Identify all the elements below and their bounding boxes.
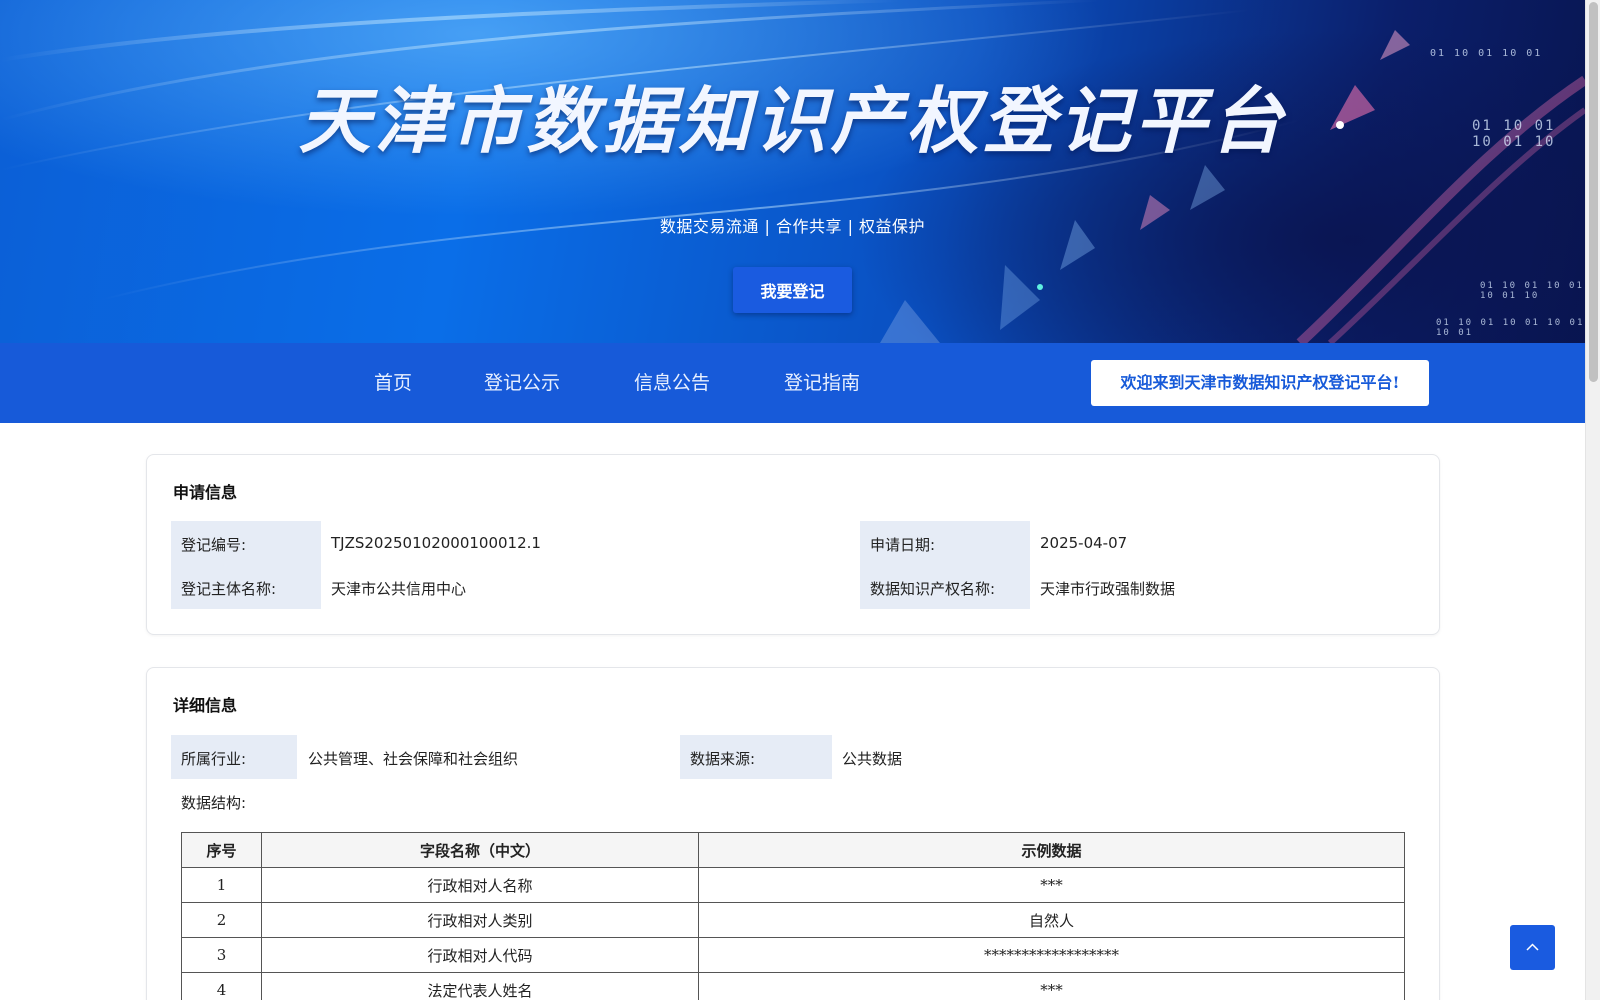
binary-decoration: 01 10 01 10 01 xyxy=(1430,48,1543,59)
register-button[interactable]: 我要登记 xyxy=(733,267,852,313)
subject-value: 天津市公共信用中心 xyxy=(331,580,467,598)
table-cell: 法定代表人姓名 xyxy=(261,972,699,1000)
ip-name-value: 天津市行政强制数据 xyxy=(1040,580,1176,598)
source-value: 公共数据 xyxy=(842,750,903,768)
apply-date-label: 申请日期: xyxy=(870,536,936,554)
scrollbar-thumb[interactable] xyxy=(1589,2,1598,382)
nav-item-guide[interactable]: 登记指南 xyxy=(784,343,860,423)
table-header: 序号 xyxy=(181,832,262,868)
ip-name-label: 数据知识产权名称: xyxy=(870,580,996,598)
table-cell: 2 xyxy=(181,902,262,938)
data-structure-table: 序号 字段名称（中文） 示例数据 1 行政相对人名称 *** 2 行政相对人类别… xyxy=(181,832,1405,1000)
table-cell: 自然人 xyxy=(698,902,1405,938)
page-scrollbar[interactable] xyxy=(1585,0,1600,1000)
binary-decoration: 01 10 01 10 01 10 01 10 xyxy=(1480,281,1584,301)
welcome-banner: 欢迎来到天津市数据知识产权登记平台! xyxy=(1091,360,1429,406)
chevron-up-icon xyxy=(1526,943,1539,951)
table-cell: 3 xyxy=(181,937,262,973)
table-row: 4 法定代表人姓名 *** xyxy=(181,972,1405,1000)
table-header: 字段名称（中文） xyxy=(261,832,699,868)
table-header: 示例数据 xyxy=(698,832,1405,868)
hero-banner: 01 10 01 10 01 01 10 01 10 01 10 01 10 0… xyxy=(0,0,1585,343)
reg-no-value: TJZS20250102000100012.1 xyxy=(331,534,541,552)
industry-label: 所属行业: xyxy=(181,750,247,768)
nav-item-home[interactable]: 首页 xyxy=(374,343,412,423)
nav-item-registration-public[interactable]: 登记公示 xyxy=(484,343,560,423)
table-cell: 1 xyxy=(181,867,262,903)
table-cell: 行政相对人名称 xyxy=(261,867,699,903)
table-header-row: 序号 字段名称（中文） 示例数据 xyxy=(181,832,1405,868)
table-cell: 4 xyxy=(181,972,262,1000)
hero-subtitle: 数据交易流通 | 合作共享 | 权益保护 xyxy=(659,217,926,236)
source-label: 数据来源: xyxy=(690,750,756,768)
reg-no-label: 登记编号: xyxy=(181,536,247,554)
table-row: 1 行政相对人名称 *** xyxy=(181,867,1405,903)
section-title: 详细信息 xyxy=(173,696,238,715)
main-nav: 首页 登记公示 信息公告 登记指南 欢迎来到天津市数据知识产权登记平台! xyxy=(0,343,1585,423)
table-cell: 行政相对人类别 xyxy=(261,902,699,938)
table-cell: *** xyxy=(698,867,1405,903)
table-cell: 行政相对人代码 xyxy=(261,937,699,973)
table-cell: *** xyxy=(698,972,1405,1000)
binary-decoration: 01 10 01 10 01 10 01 10 01 xyxy=(1436,318,1585,338)
subject-label: 登记主体名称: xyxy=(181,580,277,598)
back-to-top-button[interactable] xyxy=(1510,925,1555,970)
table-cell: ****************** xyxy=(698,937,1405,973)
hero-title: 天津市数据知识产权登记平台 xyxy=(298,79,1287,163)
apply-date-value: 2025-04-07 xyxy=(1040,534,1128,552)
table-row: 2 行政相对人类别 自然人 xyxy=(181,902,1405,938)
structure-label: 数据结构: xyxy=(181,794,247,812)
industry-value: 公共管理、社会保障和社会组织 xyxy=(308,750,519,768)
nav-item-announcements[interactable]: 信息公告 xyxy=(634,343,710,423)
section-title: 申请信息 xyxy=(173,483,238,502)
table-row: 3 行政相对人代码 ****************** xyxy=(181,937,1405,973)
